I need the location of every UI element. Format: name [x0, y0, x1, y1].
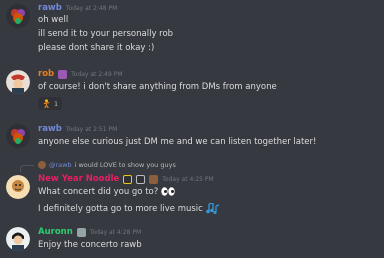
reply-spine — [20, 165, 34, 172]
question-badge-icon — [136, 174, 146, 184]
message-text: What concert did you go to? — [38, 187, 159, 197]
message-new-year-noodle: @rawb i would LOVE to show you guys New … — [0, 158, 384, 220]
reply-reference[interactable]: @rawb i would LOVE to show you guys — [38, 161, 176, 169]
author-name[interactable]: rawb — [38, 3, 62, 13]
role-badge-icon — [76, 227, 86, 237]
timestamp: Today at 4:28 PM — [89, 228, 142, 236]
role-badge-icon — [58, 69, 68, 79]
message-line: oh well — [38, 15, 69, 25]
message-line: please dont share it okay :) — [38, 43, 155, 53]
timestamp: Today at 2:48 PM — [65, 4, 118, 12]
author-name[interactable]: New Year Noodle — [38, 174, 119, 184]
avatar-rawb[interactable] — [6, 124, 30, 148]
dancing-figure-icon — [43, 99, 50, 108]
author-name[interactable]: Auronn — [38, 227, 73, 237]
star-badge-icon — [123, 174, 133, 184]
timestamp: Today at 2:51 PM — [65, 125, 118, 133]
avatar-rawb[interactable] — [6, 4, 30, 28]
reply-avatar — [38, 161, 46, 169]
timestamp: Today at 4:25 PM — [162, 175, 214, 183]
reaction-count: 1 — [54, 99, 59, 108]
author-name[interactable]: rawb — [38, 124, 62, 134]
timestamp: Today at 2:49 PM — [71, 70, 123, 78]
avatar-new-year-noodle[interactable] — [6, 175, 30, 199]
reply-text: i would LOVE to show you guys — [74, 161, 176, 169]
eyes-emoji-icon — [161, 187, 175, 196]
message-line: ill send it to your personally rob — [38, 29, 174, 39]
message-line: of course! i don't share anything from D… — [38, 82, 277, 92]
author-name[interactable]: rob — [38, 69, 54, 79]
avatar-auronn[interactable] — [6, 227, 30, 251]
pet-badge-icon — [149, 174, 159, 184]
message-line: What concert did you go to? — [38, 187, 175, 197]
avatar-rob[interactable] — [6, 70, 30, 94]
message-auronn: Auronn Today at 4:28 PM Enjoy the concer… — [0, 222, 384, 258]
message-line: Enjoy the concerto rawb — [38, 240, 142, 250]
message-line: I definitely gotta go to more live music — [38, 203, 220, 214]
reply-author[interactable]: @rawb — [49, 161, 72, 169]
message-text: I definitely gotta go to more live music — [38, 204, 203, 214]
message-rawb-1: rawb Today at 2:48 PM oh well ill send i… — [0, 0, 384, 62]
message-rob: rob Today at 2:49 PM of course! i don't … — [0, 66, 384, 116]
musical-notes-icon — [205, 203, 219, 214]
message-line: anyone else curious just DM me and we ca… — [38, 137, 317, 147]
message-rawb-2: rawb Today at 2:51 PM anyone else curiou… — [0, 120, 384, 154]
reaction-dancing-figure[interactable]: 1 — [38, 97, 63, 110]
